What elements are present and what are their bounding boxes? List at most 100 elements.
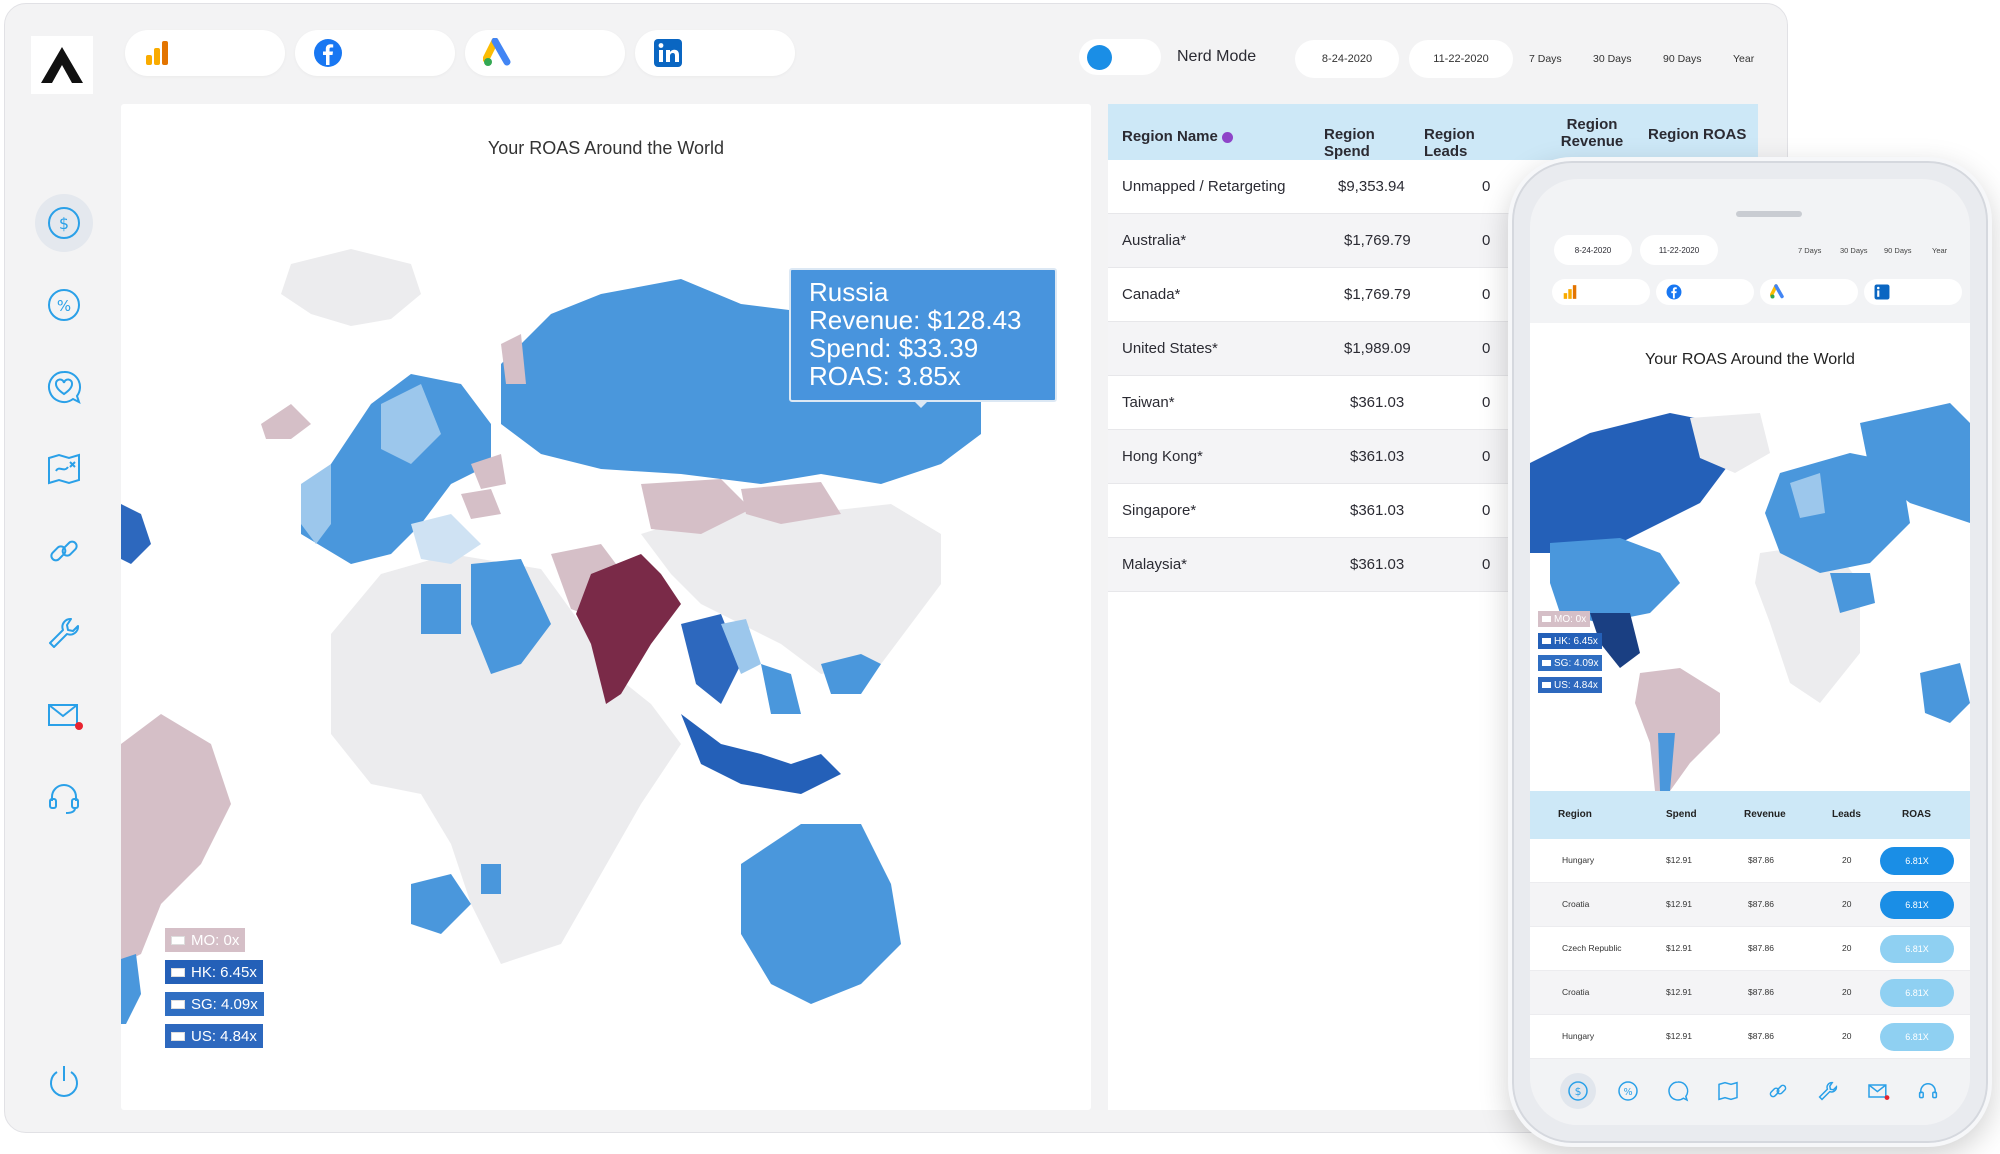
cell-leads: 20	[1842, 943, 1852, 953]
cell-region: Croatia	[1562, 899, 1590, 909]
phone-region-brazil	[1635, 668, 1720, 791]
col-region-revenue[interactable]: Region Revenue	[1552, 116, 1632, 150]
flag-icon	[171, 967, 185, 977]
google-analytics-icon	[146, 41, 168, 65]
phone-legend-item: SG: 4.09x	[1538, 655, 1603, 671]
phone-table-row[interactable]: Czech Republic $12.91 $87.86 20 6.81X	[1530, 927, 1970, 971]
phone-nav-support[interactable]	[1910, 1073, 1946, 1109]
phone-range-7-days[interactable]: 7 Days	[1798, 246, 1821, 255]
sidebar-item-support[interactable]	[35, 768, 93, 826]
flag-icon	[1542, 682, 1551, 688]
phone-table-row[interactable]: Croatia $12.91 $87.86 20 6.81X	[1530, 883, 1970, 927]
phone-range-30-days[interactable]: 30 Days	[1840, 246, 1868, 255]
cell-revenue: $87.86	[1748, 855, 1774, 865]
power-icon	[50, 1066, 78, 1097]
phone-col-revenue[interactable]: Revenue	[1744, 809, 1786, 820]
cell-spend: $12.91	[1666, 899, 1692, 909]
world-map[interactable]	[121, 104, 1091, 1110]
platform-google-ads[interactable]	[465, 30, 625, 76]
phone-table-row[interactable]: Hungary $12.91 $87.86 20 6.81X	[1530, 839, 1970, 883]
region-australia	[741, 824, 901, 1004]
tooltip-spend: Spend: $33.39	[809, 333, 979, 363]
phone-bottom-nav: $ %	[1530, 1059, 1970, 1125]
cell-region: Hungary	[1562, 855, 1595, 865]
phone-nav-settings[interactable]	[1810, 1073, 1846, 1109]
cell-revenue: $87.86	[1748, 987, 1774, 997]
phone-range-90-days[interactable]: 90 Days	[1884, 246, 1912, 255]
range-year[interactable]: Year	[1733, 53, 1754, 65]
phone-col-roas[interactable]: ROAS	[1902, 809, 1931, 820]
cell-revenue: $87.86	[1748, 899, 1774, 909]
phone-platform-google-ads[interactable]	[1760, 279, 1858, 305]
flag-icon	[1542, 660, 1551, 666]
sidebar-item-map[interactable]	[35, 440, 93, 498]
platform-linkedin[interactable]	[635, 30, 795, 76]
phone-col-leads[interactable]: Leads	[1832, 809, 1861, 820]
col-region-spend[interactable]: Region Spend	[1324, 126, 1414, 160]
phone-table-row[interactable]: Hungary $12.91 $87.86 20 6.81X	[1530, 1015, 1970, 1059]
end-date-picker[interactable]: 11-22-2020	[1409, 40, 1513, 78]
phone-world-map[interactable]	[1530, 323, 1970, 791]
legend-item: HK: 6.45x	[165, 960, 263, 984]
roas-badge: 6.81X	[1880, 847, 1954, 875]
link-icon	[50, 540, 78, 562]
nerd-mode-toggle[interactable]	[1079, 39, 1161, 75]
notification-dot	[75, 722, 83, 730]
cell-leads: 0	[1482, 502, 1491, 519]
phone-mockup: 8-24-2020 11-22-2020 7 Days 30 Days 90 D…	[1508, 157, 1992, 1147]
phone-nav-map[interactable]	[1710, 1073, 1746, 1109]
phone-platform-facebook[interactable]	[1656, 279, 1754, 305]
phone-nav-messages[interactable]	[1860, 1073, 1896, 1109]
sidebar-item-spend[interactable]: $	[35, 194, 93, 252]
google-analytics-icon	[1563, 285, 1577, 299]
svg-text:$: $	[1575, 1085, 1582, 1098]
tooltip-tail	[913, 400, 929, 408]
region-iceland	[261, 404, 311, 439]
flag-icon	[171, 999, 185, 1009]
range-7-days[interactable]: 7 Days	[1529, 53, 1562, 65]
cell-spend: $9,353.94	[1338, 178, 1405, 195]
headset-icon	[49, 784, 79, 814]
svg-text:$: $	[59, 214, 69, 233]
range-30-days[interactable]: 30 Days	[1593, 53, 1632, 65]
phone-platform-linkedin[interactable]	[1864, 279, 1962, 305]
flag-icon	[1542, 638, 1551, 644]
phone-platform-google-analytics[interactable]	[1552, 279, 1650, 305]
sidebar-item-messages[interactable]	[35, 686, 93, 744]
phone-table-row[interactable]: Croatia $12.91 $87.86 20 6.81X	[1530, 971, 1970, 1015]
col-region-roas[interactable]: Region ROAS	[1648, 126, 1758, 143]
phone-nav-spend[interactable]: $	[1560, 1073, 1596, 1109]
cell-leads: 20	[1842, 1031, 1852, 1041]
sidebar-item-settings[interactable]	[35, 604, 93, 662]
col-region-name[interactable]: Region Name	[1122, 128, 1234, 145]
phone-nav-integrations[interactable]	[1760, 1073, 1796, 1109]
sidebar-item-integrations[interactable]	[35, 522, 93, 580]
app-logo[interactable]	[31, 36, 93, 94]
logout-button[interactable]	[35, 1052, 93, 1110]
region-egypt	[421, 584, 461, 634]
phone-start-date[interactable]: 8-24-2020	[1554, 235, 1632, 265]
range-90-days[interactable]: 90 Days	[1663, 53, 1702, 65]
start-date-picker[interactable]: 8-24-2020	[1295, 40, 1399, 78]
phone-nav-roas[interactable]: %	[1610, 1073, 1646, 1109]
cell-region: Australia*	[1122, 232, 1187, 249]
platform-facebook[interactable]	[295, 30, 455, 76]
percent-icon: %	[1618, 1081, 1638, 1101]
roas-badge: 6.81X	[1880, 935, 1954, 963]
legend-item: MO: 0x	[165, 928, 246, 952]
cell-spend: $12.91	[1666, 943, 1692, 953]
phone-col-region[interactable]: Region	[1558, 809, 1592, 820]
phone-col-spend[interactable]: Spend	[1666, 809, 1697, 820]
svg-text:%: %	[57, 297, 71, 315]
col-region-leads[interactable]: Region Leads	[1424, 126, 1514, 160]
phone-nav-engagement[interactable]	[1660, 1073, 1696, 1109]
phone-range-year[interactable]: Year	[1932, 246, 1947, 255]
sidebar-item-roas[interactable]: %	[35, 276, 93, 334]
table-header: Region Name Region Spend Region Leads Re…	[1108, 104, 1758, 160]
phone-region-australia	[1920, 663, 1970, 723]
phone-map-card: Your ROAS Around the World MO: 0x HK: 6.…	[1530, 323, 1970, 791]
phone-end-date[interactable]: 11-22-2020	[1640, 235, 1718, 265]
sidebar-item-engagement[interactable]	[35, 358, 93, 416]
cell-region: Singapore*	[1122, 502, 1197, 519]
platform-google-analytics[interactable]	[125, 30, 285, 76]
